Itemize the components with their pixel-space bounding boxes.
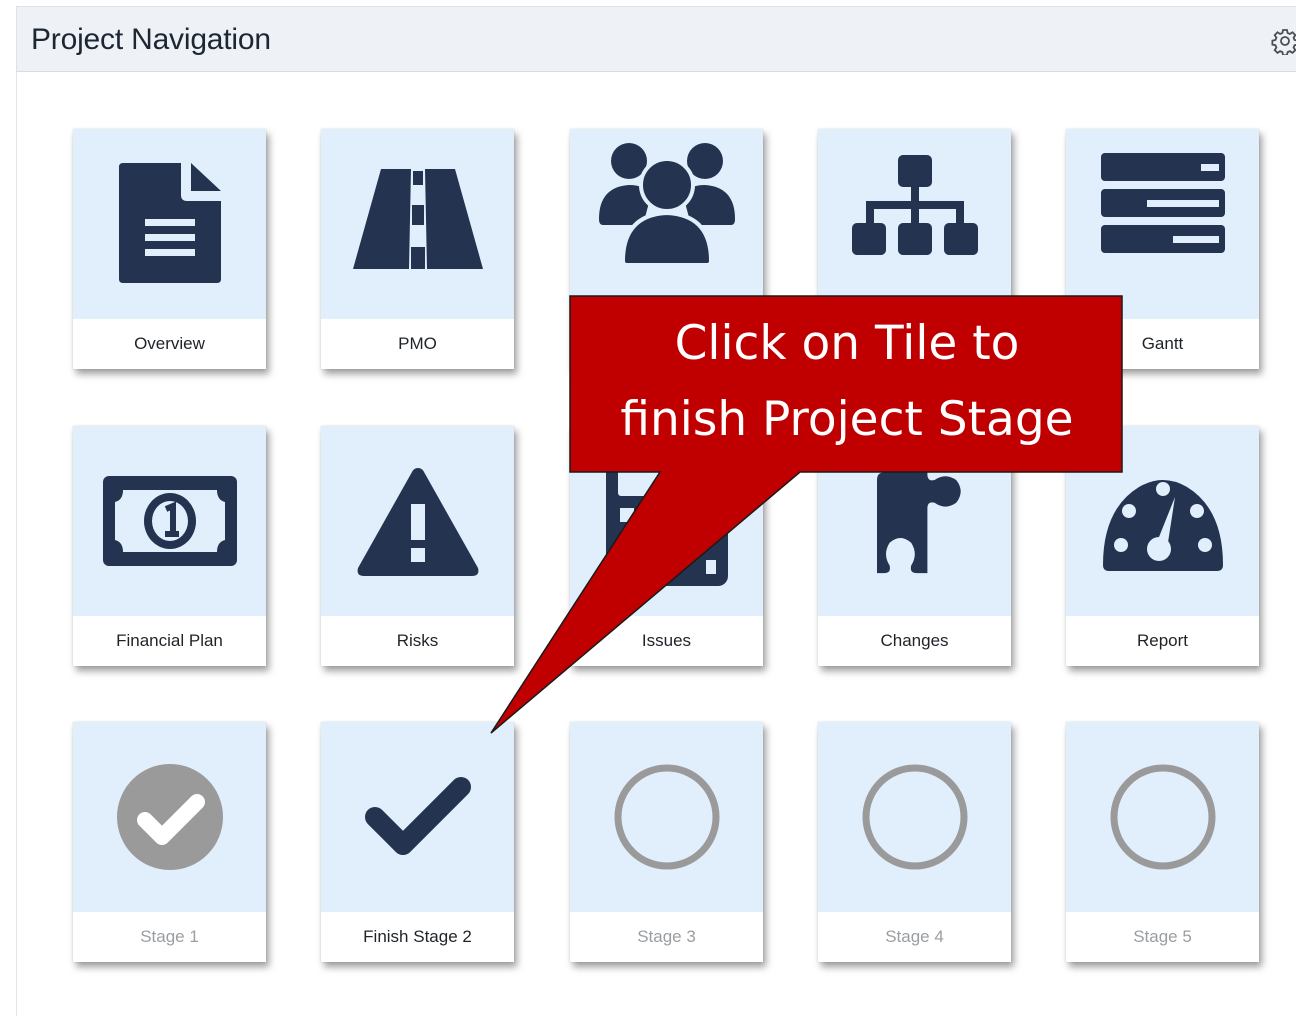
team-icon xyxy=(598,143,735,267)
calculator-icon xyxy=(605,456,728,586)
tile-icon-area xyxy=(73,129,266,319)
tile-label: Financial Plan xyxy=(73,616,266,666)
gantt-icon xyxy=(1100,153,1225,253)
tile-icon-area xyxy=(1066,722,1259,912)
panel-header: Project Navigation xyxy=(16,6,1296,72)
tile-financial-plan[interactable]: Financial Plan xyxy=(73,426,266,666)
tile-risks[interactable]: Risks xyxy=(321,426,514,666)
tile-label: Risks xyxy=(321,616,514,666)
tile-icon-area xyxy=(570,722,763,912)
empty-circle-icon xyxy=(1110,764,1215,870)
tile-icon-area xyxy=(73,722,266,912)
tile-icon-area xyxy=(570,129,763,319)
tile-finish-stage-2[interactable]: Finish Stage 2 xyxy=(321,722,514,962)
gear-icon[interactable] xyxy=(1271,27,1296,57)
document-icon xyxy=(118,163,221,283)
callout-line-2: finish Project Stage xyxy=(620,392,1074,447)
warning-icon xyxy=(357,468,478,576)
puzzle-icon xyxy=(876,456,961,574)
road-icon xyxy=(352,169,483,269)
tile-icon-area xyxy=(321,129,514,319)
panel-title: Project Navigation xyxy=(31,23,271,56)
banknote-icon xyxy=(102,476,237,566)
callout-line-1: Click on Tile to xyxy=(674,316,1020,371)
checkmark-icon xyxy=(364,777,471,855)
tile-icon-area xyxy=(1066,129,1259,319)
empty-circle-icon xyxy=(614,764,719,870)
empty-circle-icon xyxy=(862,764,967,870)
tile-label: Changes xyxy=(818,616,1011,666)
tile-icon-area xyxy=(321,426,514,616)
tile-pmo[interactable]: PMO xyxy=(321,129,514,369)
tile-stage-5[interactable]: Stage 5 xyxy=(1066,722,1259,962)
org-chart-icon xyxy=(851,155,978,255)
dashboard-gauge-icon xyxy=(1102,480,1223,571)
callout-text: Click on Tile to finish Project Stage xyxy=(572,298,1122,470)
tile-stage-3[interactable]: Stage 3 xyxy=(570,722,763,962)
tile-icon-area xyxy=(818,129,1011,319)
tile-label: Issues xyxy=(570,616,763,666)
tile-icon-area xyxy=(818,722,1011,912)
tile-icon-area xyxy=(73,426,266,616)
tile-label: Stage 5 xyxy=(1066,912,1259,962)
panel-border xyxy=(16,72,17,1016)
tile-label: Overview xyxy=(73,319,266,369)
tile-label: Stage 4 xyxy=(818,912,1011,962)
tile-icon-area xyxy=(321,722,514,912)
tile-label: Stage 1 xyxy=(73,912,266,962)
tile-label: Report xyxy=(1066,616,1259,666)
tile-label: Finish Stage 2 xyxy=(321,912,514,962)
tile-label: PMO xyxy=(321,319,514,369)
tile-overview[interactable]: Overview xyxy=(73,129,266,369)
check-circle-icon xyxy=(116,764,223,870)
tile-label: Stage 3 xyxy=(570,912,763,962)
tile-stage-1[interactable]: Stage 1 xyxy=(73,722,266,962)
tile-stage-4[interactable]: Stage 4 xyxy=(818,722,1011,962)
